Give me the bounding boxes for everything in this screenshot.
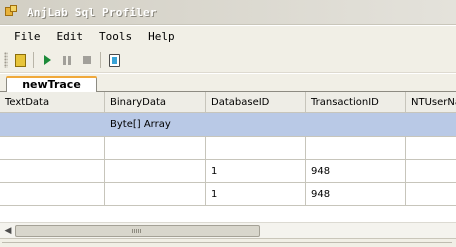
cell-binarydata[interactable]: Byte[] Array xyxy=(105,113,206,136)
toolbar-grip[interactable] xyxy=(4,52,8,68)
cell-transactionid[interactable]: 948 xyxy=(306,160,406,182)
table-row[interactable]: 1 948 xyxy=(0,183,456,206)
column-header-transactionid[interactable]: TransactionID xyxy=(306,92,406,113)
cell-ntusername[interactable] xyxy=(406,113,456,136)
menu-edit[interactable]: Edit xyxy=(49,26,92,48)
table-row[interactable]: 1 948 xyxy=(0,160,456,183)
trace-grid[interactable]: TextData BinaryData DatabaseID Transacti… xyxy=(0,92,456,222)
grid-header: TextData BinaryData DatabaseID Transacti… xyxy=(0,92,456,113)
cell-databaseid[interactable] xyxy=(206,113,306,136)
column-header-databaseid[interactable]: DatabaseID xyxy=(206,92,306,113)
cell-ntusername[interactable] xyxy=(406,137,456,159)
cell-transactionid[interactable] xyxy=(306,137,406,159)
horizontal-scrollbar[interactable]: ◀ xyxy=(0,222,456,238)
chevron-left-icon: ◀ xyxy=(4,226,12,236)
pause-icon xyxy=(63,55,71,65)
cell-textdata[interactable] xyxy=(0,183,105,205)
column-header-ntusername[interactable]: NTUserName xyxy=(406,92,456,113)
clear-trace-icon xyxy=(108,53,120,67)
cell-databaseid[interactable] xyxy=(206,137,306,159)
toolbar-separator xyxy=(100,52,101,68)
menu-file[interactable]: File xyxy=(0,26,49,48)
scroll-left-button[interactable]: ◀ xyxy=(2,225,14,237)
cell-ntusername[interactable] xyxy=(406,160,456,182)
menu-tools[interactable]: Tools xyxy=(91,26,140,48)
window-title: AnjLab Sql Profiler xyxy=(27,5,157,19)
start-button[interactable] xyxy=(38,51,56,69)
tab-strip: newTrace xyxy=(0,74,456,93)
title-bar: AnjLab Sql Profiler xyxy=(0,0,456,25)
cell-binarydata[interactable] xyxy=(105,160,206,182)
pause-button[interactable] xyxy=(58,51,76,69)
cell-databaseid[interactable]: 1 xyxy=(206,183,306,205)
tab-newtrace[interactable]: newTrace xyxy=(6,76,97,93)
menu-help[interactable]: Help xyxy=(140,26,183,48)
cell-textdata[interactable] xyxy=(0,160,105,182)
splitter[interactable] xyxy=(2,242,452,245)
cell-textdata[interactable] xyxy=(0,137,105,159)
app-icon xyxy=(4,4,20,20)
clear-trace-button[interactable] xyxy=(105,51,123,69)
column-header-binarydata[interactable]: BinaryData xyxy=(105,92,206,113)
cell-binarydata[interactable] xyxy=(105,183,206,205)
status-bar xyxy=(0,238,456,247)
cell-databaseid[interactable]: 1 xyxy=(206,160,306,182)
stop-icon xyxy=(83,56,91,64)
grid-rows: Byte[] Array 1 948 1 948 xyxy=(0,113,456,206)
new-trace-button[interactable] xyxy=(11,51,29,69)
cell-textdata[interactable] xyxy=(0,113,105,136)
toolbar-separator xyxy=(33,52,34,68)
toolbar xyxy=(0,48,456,73)
new-trace-icon xyxy=(14,53,26,67)
scrollbar-thumb[interactable] xyxy=(15,225,260,237)
table-row[interactable] xyxy=(0,137,456,160)
stop-button[interactable] xyxy=(78,51,96,69)
play-icon xyxy=(43,55,51,65)
menu-bar: File Edit Tools Help xyxy=(0,26,456,48)
table-row[interactable]: Byte[] Array xyxy=(0,113,456,137)
cell-ntusername[interactable] xyxy=(406,183,456,205)
cell-transactionid[interactable]: 948 xyxy=(306,183,406,205)
column-header-textdata[interactable]: TextData xyxy=(0,92,105,113)
cell-transactionid[interactable] xyxy=(306,113,406,136)
cell-binarydata[interactable] xyxy=(105,137,206,159)
